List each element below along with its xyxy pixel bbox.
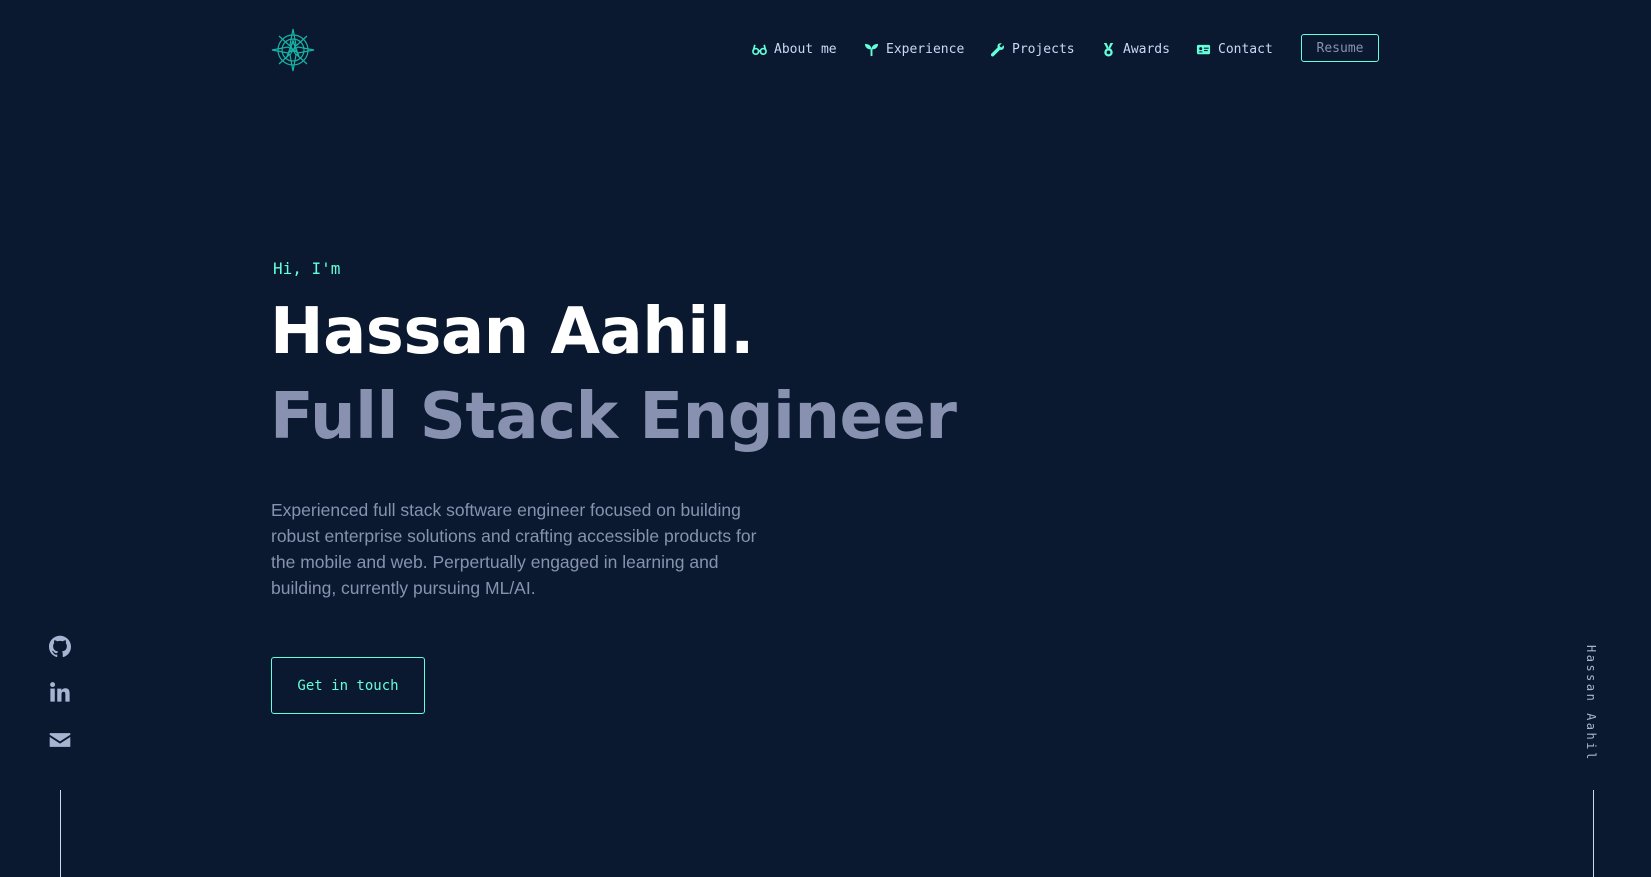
nav-label: Experience	[886, 41, 965, 57]
linkedin-icon	[50, 682, 70, 702]
right-sidebar-line	[1593, 790, 1594, 877]
nav-label: Projects	[1012, 41, 1075, 57]
portfolio-page: About me Experience Projects Awards Cont…	[0, 0, 1651, 877]
vertical-name-link[interactable]: Hassan Aahil	[1584, 645, 1598, 762]
hero-role: Full Stack Engineer	[270, 380, 957, 454]
mail-icon	[49, 733, 71, 747]
glasses-icon	[752, 44, 767, 55]
nav-label: About me	[774, 41, 837, 57]
main-nav: About me Experience Projects Awards Cont…	[0, 38, 1651, 68]
nav-projects[interactable]: Projects	[990, 38, 1075, 60]
nav-experience[interactable]: Experience	[864, 38, 964, 60]
medal-icon	[1103, 42, 1114, 57]
left-sidebar-line	[60, 790, 61, 877]
nav-awards[interactable]: Awards	[1101, 38, 1170, 60]
hero-name: Hassan Aahil.	[270, 295, 754, 369]
hero-intro: Experienced full stack software engineer…	[271, 500, 757, 598]
hero-greeting: Hi, I'm	[273, 259, 341, 278]
sprout-icon	[864, 43, 879, 56]
nav-about-me[interactable]: About me	[752, 38, 837, 60]
resume-button[interactable]: Resume	[1301, 34, 1379, 62]
email-link[interactable]	[49, 729, 71, 751]
linkedin-link[interactable]	[49, 681, 71, 703]
github-icon	[49, 635, 71, 658]
nav-contact[interactable]: Contact	[1196, 38, 1273, 60]
nav-label: Contact	[1218, 41, 1273, 57]
github-link[interactable]	[49, 635, 71, 658]
id-card-icon	[1196, 44, 1211, 54]
get-in-touch-button[interactable]: Get in touch	[271, 657, 425, 714]
nav-label: Awards	[1123, 41, 1170, 57]
wrench-icon	[990, 42, 1005, 56]
